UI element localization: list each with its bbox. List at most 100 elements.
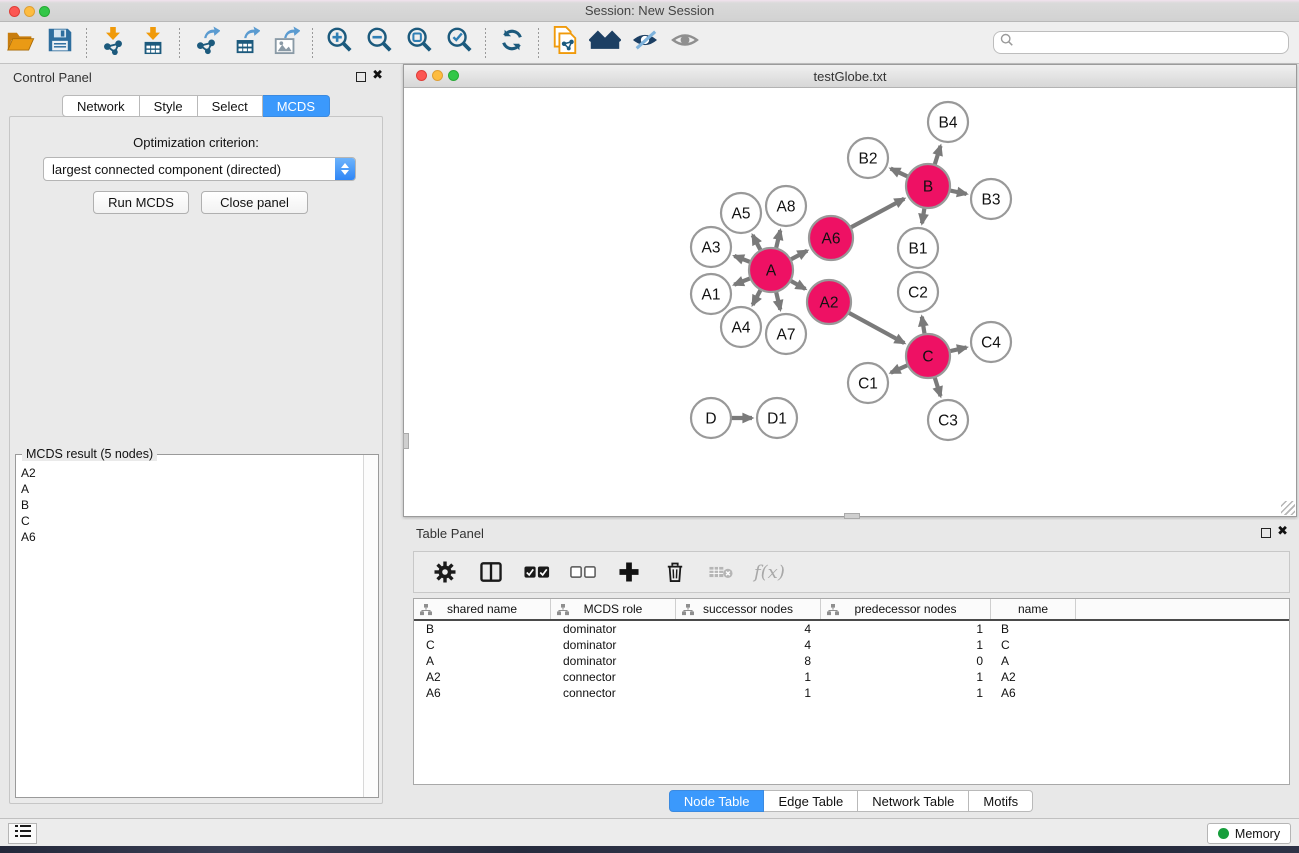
tab-mcds[interactable]: MCDS bbox=[263, 95, 330, 117]
cyndex-home-button[interactable] bbox=[585, 25, 625, 61]
result-scrollbar[interactable] bbox=[363, 455, 378, 797]
graph-node-B1[interactable]: B1 bbox=[898, 228, 938, 268]
hide-selected-button[interactable] bbox=[625, 25, 665, 61]
graph-node-A5[interactable]: A5 bbox=[721, 193, 761, 233]
delete-column-icon[interactable] bbox=[662, 559, 688, 585]
select-all-icon[interactable] bbox=[524, 559, 550, 585]
zoom-in-button[interactable] bbox=[319, 25, 359, 61]
float-panel-icon[interactable] bbox=[356, 72, 366, 82]
search-box[interactable] bbox=[993, 31, 1289, 54]
graph-node-D[interactable]: D bbox=[691, 398, 731, 438]
mcds-result-item[interactable]: B bbox=[17, 497, 362, 513]
criterion-select[interactable]: largest connected component (directed) bbox=[43, 157, 356, 181]
network-window-titlebar[interactable]: testGlobe.txt bbox=[404, 65, 1296, 88]
table-cell[interactable]: A bbox=[991, 654, 1076, 668]
table-row[interactable]: Bdominator41B bbox=[414, 621, 1289, 637]
table-cell[interactable]: A2 bbox=[991, 670, 1076, 684]
clone-network-button[interactable] bbox=[545, 25, 585, 61]
graph-node-C3[interactable]: C3 bbox=[928, 400, 968, 440]
table-row[interactable]: Cdominator41C bbox=[414, 637, 1289, 653]
graph-node-A8[interactable]: A8 bbox=[766, 186, 806, 226]
refresh-button[interactable] bbox=[492, 25, 532, 61]
export-network-button[interactable] bbox=[186, 25, 226, 61]
splitpane-grip[interactable] bbox=[844, 513, 860, 519]
mcds-result-item[interactable]: A6 bbox=[17, 529, 362, 545]
settings-gear-icon[interactable] bbox=[432, 559, 458, 585]
table-row[interactable]: Adominator80A bbox=[414, 653, 1289, 669]
column-header-shared-name[interactable]: shared name bbox=[414, 599, 551, 619]
zoom-fit-button[interactable] bbox=[399, 25, 439, 61]
zoom-selected-button[interactable] bbox=[439, 25, 479, 61]
tab-select[interactable]: Select bbox=[198, 95, 263, 117]
table-cell[interactable]: 1 bbox=[821, 686, 991, 700]
graph-node-B4[interactable]: B4 bbox=[928, 102, 968, 142]
mcds-result-item[interactable]: A2 bbox=[17, 465, 362, 481]
table-row[interactable]: A2connector11A2 bbox=[414, 669, 1289, 685]
graph-node-A1[interactable]: A1 bbox=[691, 274, 731, 314]
table-cell[interactable]: 8 bbox=[676, 654, 821, 668]
graph-node-C4[interactable]: C4 bbox=[971, 322, 1011, 362]
zoom-out-button[interactable] bbox=[359, 25, 399, 61]
deselect-all-icon[interactable] bbox=[570, 559, 596, 585]
splitpane-grip[interactable] bbox=[403, 433, 409, 449]
graph-node-B2[interactable]: B2 bbox=[848, 138, 888, 178]
graph-node-D1[interactable]: D1 bbox=[757, 398, 797, 438]
import-table-button[interactable] bbox=[133, 25, 173, 61]
graph-node-A6[interactable]: A6 bbox=[809, 216, 853, 260]
window-resize-grip[interactable] bbox=[1281, 501, 1295, 515]
column-header-successor-nodes[interactable]: successor nodes bbox=[676, 599, 821, 619]
mcds-result-list[interactable]: A2ABCA6 bbox=[17, 465, 362, 796]
columns-icon[interactable] bbox=[478, 559, 504, 585]
close-panel-icon[interactable]: ✖ bbox=[1277, 524, 1288, 538]
table-cell[interactable]: A6 bbox=[991, 686, 1076, 700]
table-cell[interactable]: 1 bbox=[821, 638, 991, 652]
run-mcds-button[interactable]: Run MCDS bbox=[93, 191, 189, 214]
tab-edge-table[interactable]: Edge Table bbox=[764, 790, 858, 812]
tab-motifs[interactable]: Motifs bbox=[969, 790, 1033, 812]
column-header-predecessor-nodes[interactable]: predecessor nodes bbox=[821, 599, 991, 619]
graph-node-A7[interactable]: A7 bbox=[766, 314, 806, 354]
graph-node-C2[interactable]: C2 bbox=[898, 272, 938, 312]
table-cell[interactable]: dominator bbox=[551, 638, 676, 652]
table-cell[interactable]: dominator bbox=[551, 622, 676, 636]
table-cell[interactable]: 1 bbox=[821, 622, 991, 636]
table-cell[interactable]: B bbox=[414, 622, 551, 636]
table-cell[interactable]: 1 bbox=[676, 670, 821, 684]
export-image-button[interactable] bbox=[266, 25, 306, 61]
tab-node-table[interactable]: Node Table bbox=[669, 790, 765, 812]
network-canvas[interactable]: AA1A2A3A4A5A6A7A8BB1B2B3B4CC1C2C3C4DD1 bbox=[404, 88, 1296, 516]
close-panel-button[interactable]: Close panel bbox=[201, 191, 308, 214]
table-cell[interactable]: C bbox=[414, 638, 551, 652]
table-cell[interactable]: C bbox=[991, 638, 1076, 652]
export-table-button[interactable] bbox=[226, 25, 266, 61]
memory-button[interactable]: Memory bbox=[1207, 823, 1291, 844]
column-header-name[interactable]: name bbox=[991, 599, 1076, 619]
table-cell[interactable]: dominator bbox=[551, 654, 676, 668]
mcds-result-item[interactable]: C bbox=[17, 513, 362, 529]
close-panel-icon[interactable]: ✖ bbox=[372, 68, 383, 82]
graph-node-A[interactable]: A bbox=[749, 248, 793, 292]
show-all-button[interactable] bbox=[665, 25, 705, 61]
task-history-button[interactable] bbox=[8, 823, 37, 844]
graph-node-A2[interactable]: A2 bbox=[807, 280, 851, 324]
table-cell[interactable]: A2 bbox=[414, 670, 551, 684]
table-cell[interactable]: B bbox=[991, 622, 1076, 636]
graph-node-C[interactable]: C bbox=[906, 334, 950, 378]
add-column-icon[interactable] bbox=[616, 559, 642, 585]
table-cell[interactable]: 0 bbox=[821, 654, 991, 668]
table-cell[interactable]: A bbox=[414, 654, 551, 668]
table-cell[interactable]: 1 bbox=[676, 686, 821, 700]
table-cell[interactable]: 4 bbox=[676, 622, 821, 636]
graph-node-A4[interactable]: A4 bbox=[721, 307, 761, 347]
column-header-mcds-role[interactable]: MCDS role bbox=[551, 599, 676, 619]
graph-node-B[interactable]: B bbox=[906, 164, 950, 208]
save-session-button[interactable] bbox=[40, 25, 80, 61]
tab-network[interactable]: Network bbox=[62, 95, 140, 117]
mcds-result-item[interactable]: A bbox=[17, 481, 362, 497]
table-cell[interactable]: A6 bbox=[414, 686, 551, 700]
table-row[interactable]: A6connector11A6 bbox=[414, 685, 1289, 701]
table-cell[interactable]: 4 bbox=[676, 638, 821, 652]
search-input[interactable] bbox=[1014, 34, 1288, 52]
graph-node-A3[interactable]: A3 bbox=[691, 227, 731, 267]
import-network-button[interactable] bbox=[93, 25, 133, 61]
